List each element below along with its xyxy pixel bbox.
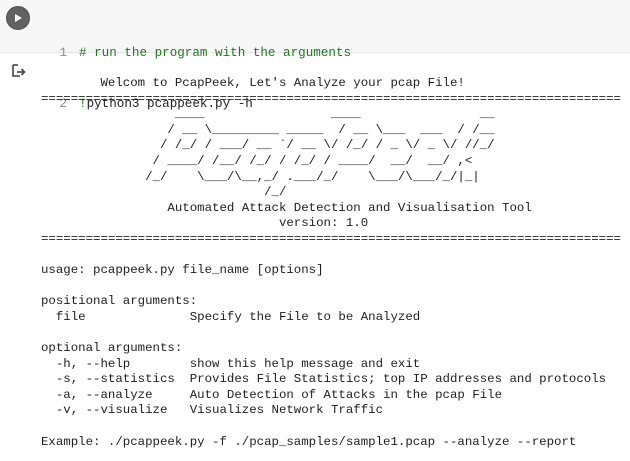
output-line: / ____/ /__/ /_/ / /_/ / ____/ __/ __/ ,…	[41, 153, 473, 168]
code-comment: # run the program with the arguments	[79, 46, 352, 60]
output-line: -a, --analyze Auto Detection of Attacks …	[41, 387, 503, 402]
code-input-area[interactable]: 1 # run the program with the arguments 2!…	[0, 0, 630, 111]
cell-output: Welcom to PcapPeek, Let's Analyze your p…	[41, 76, 621, 450]
output-line: ____ ____ __	[41, 107, 495, 122]
output-line: -h, --help show this help message and ex…	[41, 356, 421, 371]
line-number: 1	[59, 46, 67, 60]
output-line: version: 1.0	[41, 216, 369, 231]
play-icon	[15, 14, 22, 22]
output-redirect-icon[interactable]	[11, 63, 27, 79]
output-line: usage: pcappeek.py file_name [options]	[41, 263, 324, 278]
output-line: / __ \_________ _____ / __ \___ ___ / /_…	[41, 122, 495, 137]
output-line: Automated Attack Detection and Visualisa…	[41, 200, 532, 215]
output-line: Welcom to PcapPeek, Let's Analyze your p…	[41, 76, 465, 90]
output-line: positional arguments:	[41, 294, 198, 309]
run-cell-button[interactable]	[7, 7, 29, 29]
notebook-cell: 1 # run the program with the arguments 2!…	[0, 0, 630, 461]
output-line: /_/ \___/\__,_/ .___/_/ \___/\___/_/|_|	[41, 169, 480, 184]
output-line: -v, --visualize Visualizes Network Traff…	[41, 403, 384, 418]
output-line: / /_/ / ___/ __ `/ __ \/ /_/ / _ \/ _ \/…	[41, 138, 495, 153]
output-line: ========================================…	[41, 91, 621, 106]
output-line: Example: ./pcappeek.py -f ./pcap_samples…	[41, 434, 577, 449]
output-line: optional arguments:	[41, 341, 183, 356]
output-line: -s, --statistics Provides File Statistic…	[41, 372, 607, 387]
output-line: file Specify the File to be Analyzed	[41, 309, 421, 324]
output-line: /_/	[41, 185, 287, 200]
output-line: ========================================…	[41, 231, 621, 246]
code-line: 1 # run the program with the arguments	[45, 45, 351, 62]
